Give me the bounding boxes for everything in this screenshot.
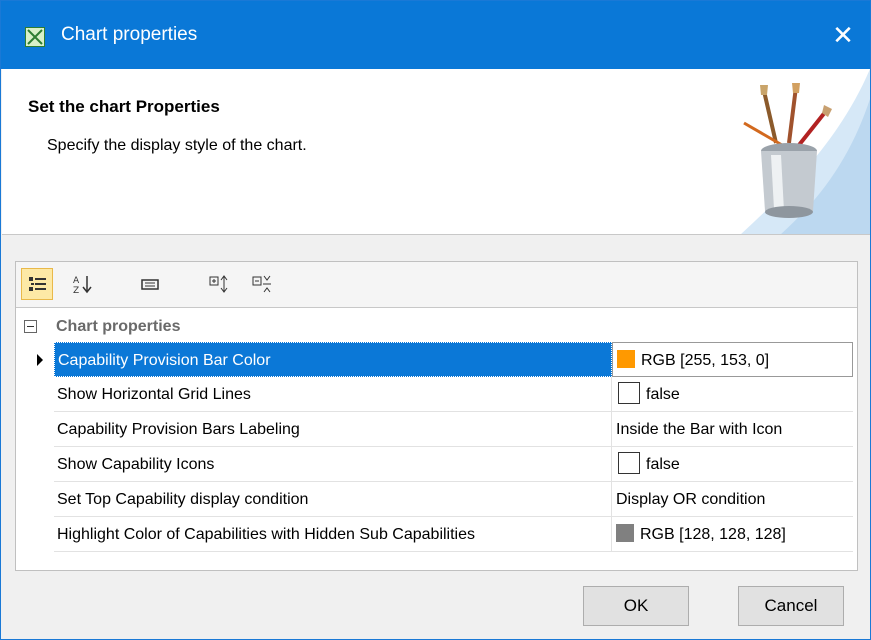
paint-brushes-icon — [743, 83, 832, 218]
color-swatch-icon — [616, 524, 634, 543]
categorized-view-icon — [29, 277, 46, 291]
group-label: Chart properties — [56, 318, 181, 335]
property-value-color[interactable]: RGB [128, 128, 128] — [612, 517, 853, 552]
checkbox[interactable] — [618, 452, 640, 475]
property-row[interactable]: Highlight Color of Capabilities with Hid… — [20, 517, 853, 552]
chart-properties-dialog: Chart properties ✕ Set the chart Propert… — [0, 0, 871, 640]
ok-button[interactable]: OK — [583, 586, 689, 626]
sort-alphabetical-icon: A Z — [73, 276, 92, 294]
property-value-text: false — [646, 456, 680, 473]
close-button[interactable]: ✕ — [816, 9, 870, 61]
property-value-checkbox[interactable]: false — [612, 447, 853, 482]
header-description: Specify the display style of the chart. — [47, 137, 307, 154]
property-row[interactable]: Set Top Capability display condition Dis… — [20, 482, 853, 517]
property-toolbar: A Z — [16, 262, 857, 308]
property-value-text: false — [646, 386, 680, 403]
property-row[interactable]: Show Horizontal Grid Lines false — [20, 377, 853, 412]
description-button[interactable] — [134, 268, 166, 300]
svg-text:A: A — [73, 276, 80, 286]
collapse-all-button[interactable] — [246, 268, 278, 300]
title-bar[interactable]: Chart properties ✕ — [1, 1, 870, 69]
property-row[interactable]: Capability Provision Bar Color RGB [255,… — [20, 342, 853, 377]
property-value-color[interactable]: RGB [255, 153, 0] — [612, 342, 853, 377]
property-value-select[interactable]: Inside the Bar with Icon — [612, 412, 853, 447]
current-row-arrow-icon — [37, 354, 43, 366]
property-name: Capability Provision Bar Color — [54, 342, 612, 377]
chart-app-icon — [25, 27, 45, 47]
categorized-view-button[interactable] — [21, 268, 53, 300]
expand-all-icon — [209, 275, 228, 293]
property-value-text: RGB [255, 153, 0] — [641, 352, 770, 369]
window-title: Chart properties — [61, 24, 198, 45]
collapse-toggle-icon[interactable] — [24, 320, 37, 333]
property-sheet: A Z Chart properties Capability Provisio… — [15, 261, 858, 571]
property-name: Show Horizontal Grid Lines — [54, 377, 612, 412]
property-value-text: RGB [128, 128, 128] — [640, 526, 786, 543]
expand-all-button[interactable] — [203, 268, 235, 300]
property-value-checkbox[interactable]: false — [612, 377, 853, 412]
property-grid: Chart properties Capability Provision Ba… — [20, 314, 853, 566]
svg-text:Z: Z — [73, 286, 79, 294]
header-title: Set the chart Properties — [28, 97, 220, 116]
color-swatch-icon — [617, 350, 635, 369]
cancel-button[interactable]: Cancel — [738, 586, 844, 626]
wizard-header: Set the chart Properties Specify the dis… — [2, 69, 870, 235]
property-name: Highlight Color of Capabilities with Hid… — [54, 517, 612, 552]
checkbox[interactable] — [618, 382, 640, 405]
collapse-all-icon — [252, 275, 271, 293]
property-name: Set Top Capability display condition — [54, 482, 612, 517]
description-icon — [141, 279, 159, 290]
sort-alphabetical-button[interactable]: A Z — [67, 268, 99, 300]
property-group-header[interactable]: Chart properties — [20, 314, 853, 340]
property-row[interactable]: Capability Provision Bars Labeling Insid… — [20, 412, 853, 447]
property-name: Show Capability Icons — [54, 447, 612, 482]
property-value-select[interactable]: Display OR condition — [612, 482, 853, 517]
property-row[interactable]: Show Capability Icons false — [20, 447, 853, 482]
property-name: Capability Provision Bars Labeling — [54, 412, 612, 447]
